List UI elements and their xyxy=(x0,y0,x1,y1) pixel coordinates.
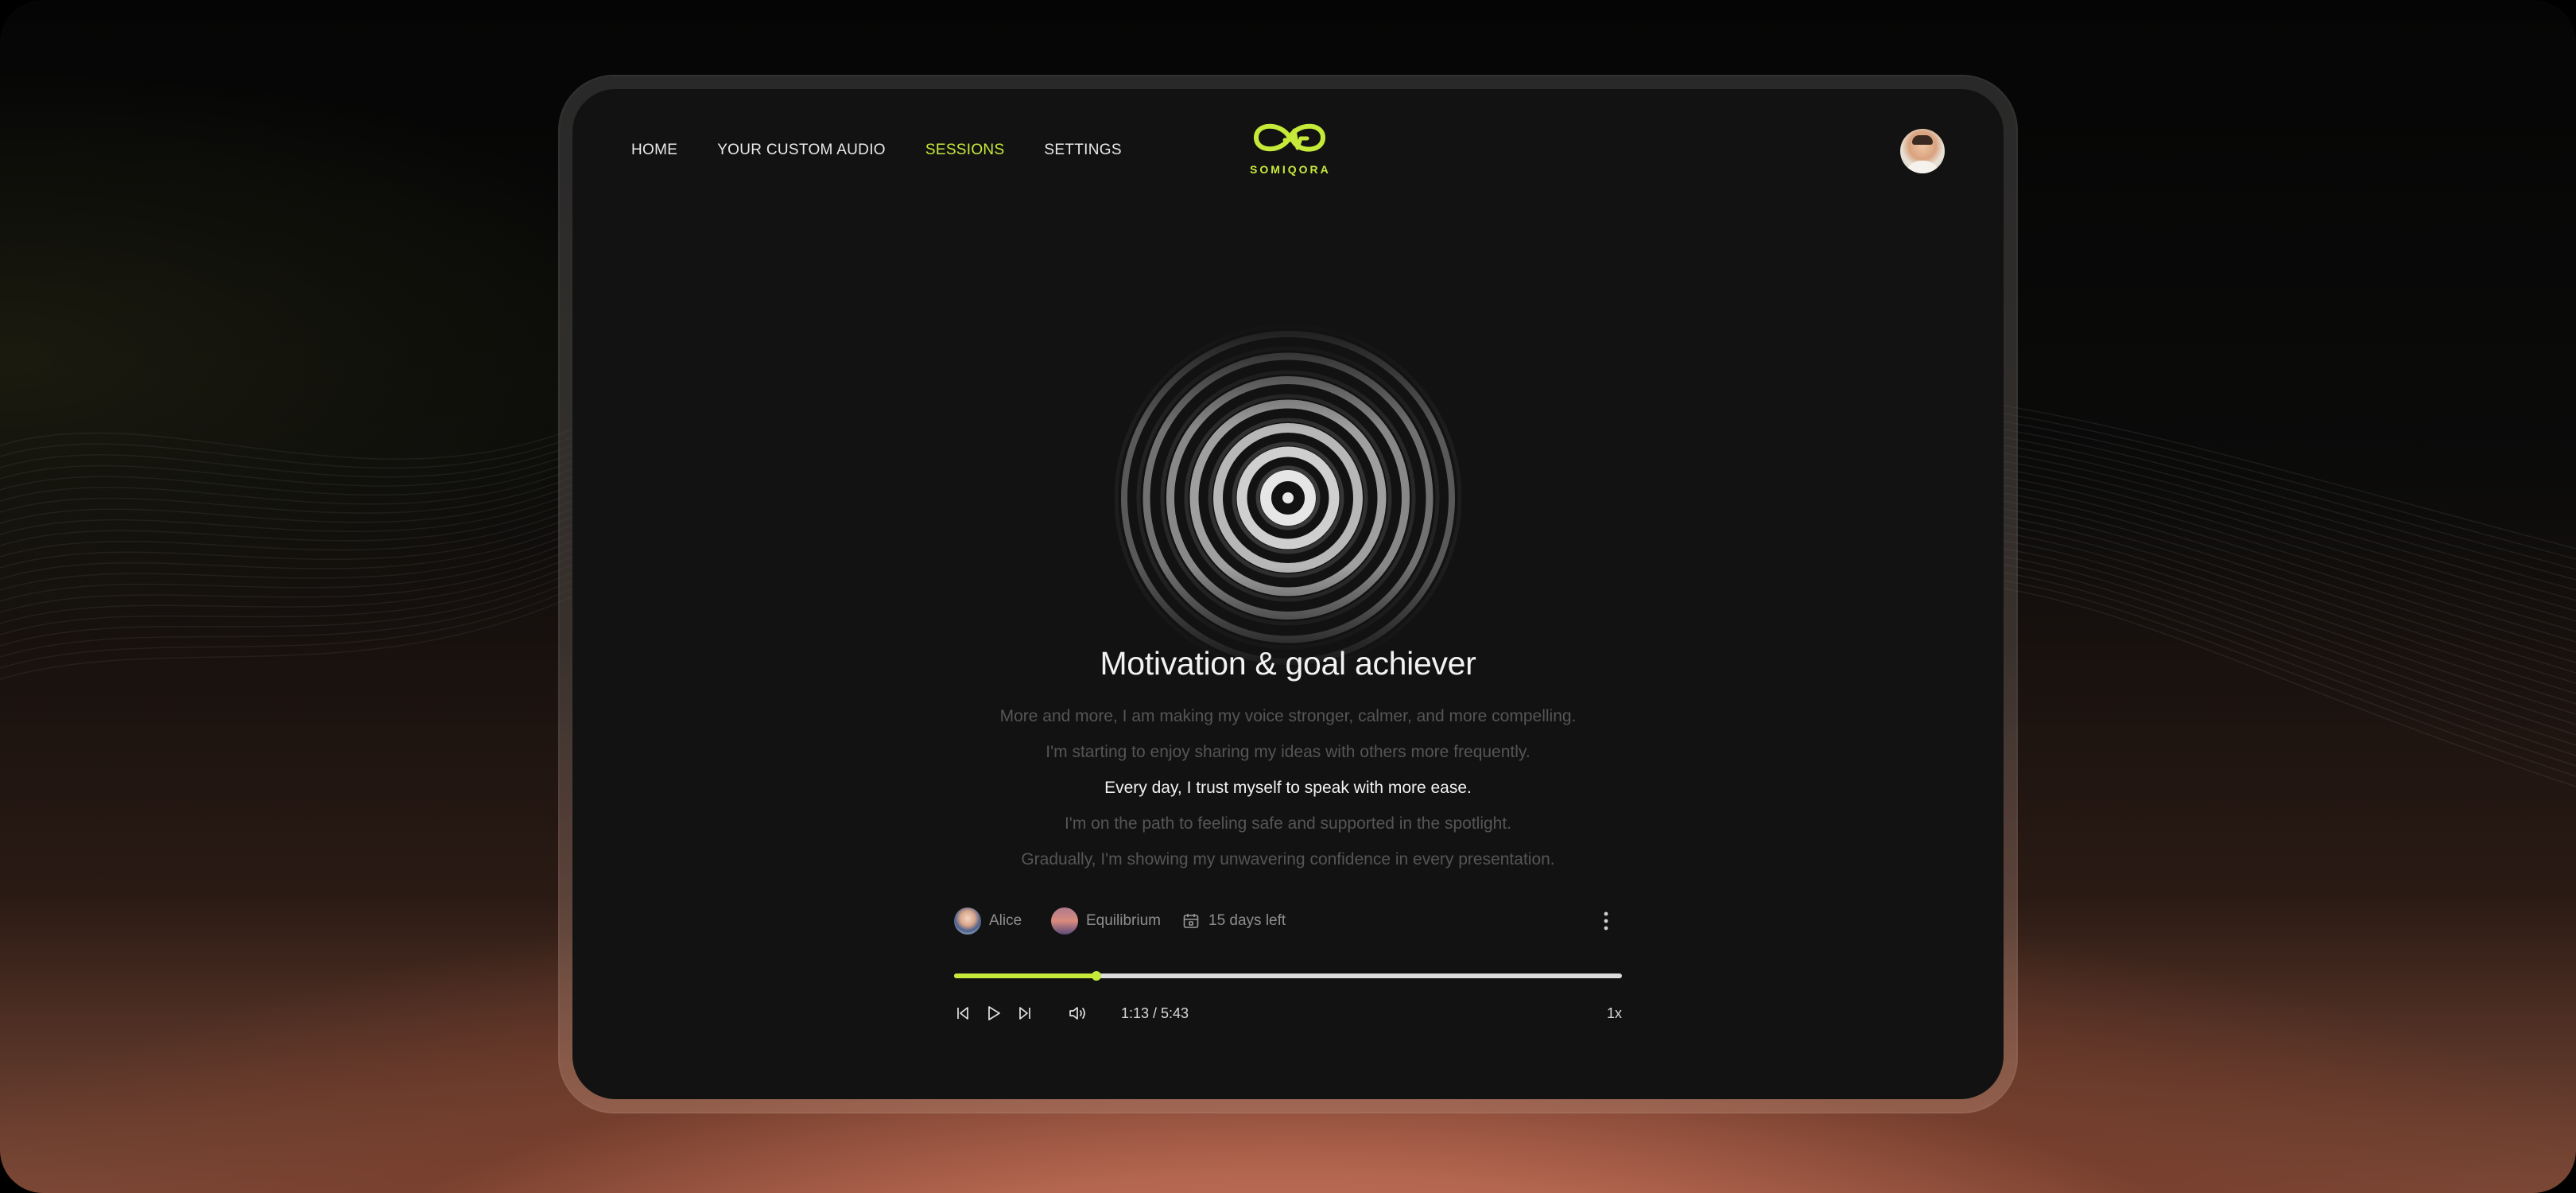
voice-avatar xyxy=(954,907,981,935)
skip-back-icon xyxy=(957,1007,968,1020)
wave-line xyxy=(2003,460,2576,622)
wave-line xyxy=(0,572,573,647)
session-meta: Alice Equilibrium 15 days left xyxy=(954,903,1622,938)
wave-line xyxy=(2003,437,2576,591)
brand-logo[interactable]: SOMIQORA xyxy=(1250,116,1329,176)
wave-line xyxy=(0,540,573,602)
play-button[interactable] xyxy=(984,996,1003,1031)
wave-line xyxy=(2003,429,2576,581)
wave-line xyxy=(0,500,573,546)
wave-line xyxy=(2003,468,2576,632)
skip-back-button[interactable] xyxy=(954,996,972,1031)
voice-name: Alice xyxy=(989,912,1022,929)
wave-line xyxy=(2003,580,2576,777)
user-avatar[interactable] xyxy=(1900,129,1945,173)
nav-item-your-custom-audio[interactable]: YOUR CUSTOM AUDIO xyxy=(717,142,886,159)
nav-item-home[interactable]: HOME xyxy=(631,142,677,159)
wave-line xyxy=(0,453,573,487)
soundscape-thumbnail xyxy=(1051,907,1078,935)
wave-line xyxy=(0,596,573,680)
schedule-chip: 15 days left xyxy=(1181,903,1286,938)
wave-line xyxy=(2003,413,2576,560)
player-controls: 1:13 / 5:43 1x xyxy=(954,996,1622,1031)
nav-item-settings[interactable]: SETTINGS xyxy=(1044,142,1121,159)
soundscape-name: Equilibrium xyxy=(1086,912,1161,929)
wave-line xyxy=(2003,445,2576,601)
lyric-line: I'm on the path to feeling safe and supp… xyxy=(1064,814,1512,833)
brand-name: SOMIQORA xyxy=(1250,163,1331,176)
app-screen: HOME YOUR CUSTOM AUDIO SESSIONS SETTINGS… xyxy=(572,89,2004,1099)
soundscape-chip[interactable]: Equilibrium xyxy=(1051,903,1161,938)
wave-line xyxy=(0,524,573,580)
session-title: Motivation & goal achiever xyxy=(1100,645,1476,682)
volume-button[interactable] xyxy=(1067,996,1089,1031)
playback-progress-bar[interactable] xyxy=(954,971,1622,981)
days-left: 15 days left xyxy=(1208,912,1286,929)
skip-forward-icon xyxy=(1019,1007,1030,1020)
calendar-icon xyxy=(1183,914,1199,928)
lyric-line: Gradually, I'm showing my unwavering con… xyxy=(1021,850,1555,869)
wave-line xyxy=(0,556,573,624)
infinity-pulse-icon xyxy=(1253,123,1326,152)
nav-item-sessions[interactable]: SESSIONS xyxy=(925,142,1005,159)
volume-icon xyxy=(1069,1007,1085,1020)
progress-handle[interactable] xyxy=(1091,971,1101,981)
lyric-line-current: Every day, I trust myself to speak with … xyxy=(1104,779,1472,797)
affirmation-lyrics: More and more, I am making my voice stro… xyxy=(572,698,2004,877)
wave-line xyxy=(2003,453,2576,612)
wave-line xyxy=(0,437,573,469)
wave-line xyxy=(2003,572,2576,767)
skip-forward-button[interactable] xyxy=(1016,996,1034,1031)
voice-chip[interactable]: Alice xyxy=(954,903,1022,938)
more-options-button[interactable] xyxy=(1592,903,1620,938)
wave-line xyxy=(0,508,573,558)
wave-line xyxy=(2003,492,2576,663)
more-vertical-icon xyxy=(1604,911,1608,931)
lyric-line: I'm starting to enjoy sharing my ideas w… xyxy=(1046,743,1530,761)
wave-line xyxy=(0,476,573,514)
wave-line xyxy=(2003,588,2576,787)
sound-rings-visual xyxy=(1115,324,1461,671)
wave-line xyxy=(0,532,573,591)
playback-time: 1:13 / 5:43 xyxy=(1121,1005,1189,1021)
wave-line xyxy=(0,588,573,669)
playback-speed-button[interactable]: 1x xyxy=(1607,996,1622,1031)
main-nav: HOME YOUR CUSTOM AUDIO SESSIONS SETTINGS xyxy=(631,142,1122,159)
play-icon xyxy=(988,1006,1000,1020)
progress-fill xyxy=(954,973,1096,978)
lyric-line: More and more, I am making my voice stro… xyxy=(999,707,1577,725)
